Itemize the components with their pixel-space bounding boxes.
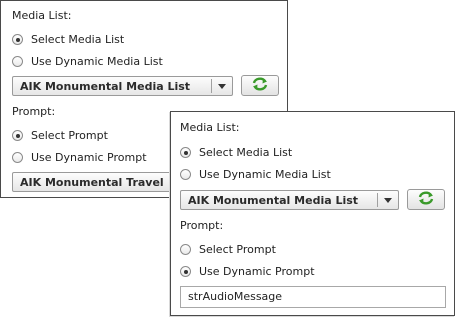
dynamic-prompt-input[interactable]: strAudioMessage: [180, 286, 446, 308]
select-prompt-label: Select Prompt: [31, 129, 108, 142]
select-prompt-option[interactable]: Select Prompt: [12, 129, 108, 142]
prompt-label: Prompt:: [12, 105, 56, 118]
select-prompt-label: Select Prompt: [199, 243, 276, 256]
media-list-dropdown-value: AIK Monumental Media List: [20, 79, 191, 93]
media-list-dropdown[interactable]: AIK Monumental Media List: [180, 190, 399, 210]
media-prompt-panel-front: Media List: Select Media List Use Dynami…: [170, 111, 455, 316]
select-media-list-option[interactable]: Select Media List: [12, 33, 124, 46]
media-list-label: Media List:: [180, 121, 240, 134]
select-media-list-label: Select Media List: [31, 33, 125, 46]
use-dynamic-media-list-option[interactable]: Use Dynamic Media List: [180, 168, 331, 181]
use-dynamic-prompt-label: Use Dynamic Prompt: [31, 151, 147, 164]
media-list-dropdown[interactable]: AIK Monumental Media List: [12, 76, 233, 96]
select-media-list-option[interactable]: Select Media List: [180, 146, 292, 159]
use-dynamic-media-list-radio[interactable]: [12, 56, 23, 67]
use-dynamic-prompt-radio[interactable]: [180, 266, 191, 277]
select-media-list-label: Select Media List: [199, 146, 293, 159]
refresh-icon: [251, 76, 269, 95]
media-list-dropdown-value: AIK Monumental Media List: [188, 193, 359, 207]
refresh-icon: [417, 190, 435, 209]
select-media-list-radio[interactable]: [12, 34, 23, 45]
media-list-label: Media List:: [12, 9, 72, 22]
chevron-down-icon[interactable]: [212, 83, 232, 89]
use-dynamic-prompt-radio[interactable]: [12, 152, 23, 163]
use-dynamic-media-list-radio[interactable]: [180, 169, 191, 180]
refresh-media-list-button[interactable]: [241, 75, 279, 96]
use-dynamic-prompt-option[interactable]: Use Dynamic Prompt: [12, 151, 147, 164]
use-dynamic-prompt-label: Use Dynamic Prompt: [199, 265, 315, 278]
select-prompt-radio[interactable]: [180, 244, 191, 255]
select-media-list-radio[interactable]: [180, 147, 191, 158]
use-dynamic-media-list-option[interactable]: Use Dynamic Media List: [12, 55, 163, 68]
use-dynamic-media-list-label: Use Dynamic Media List: [31, 55, 163, 68]
use-dynamic-prompt-option[interactable]: Use Dynamic Prompt: [180, 265, 315, 278]
prompt-label: Prompt:: [180, 219, 224, 232]
select-prompt-radio[interactable]: [12, 130, 23, 141]
chevron-down-icon[interactable]: [378, 197, 398, 203]
select-prompt-option[interactable]: Select Prompt: [180, 243, 276, 256]
use-dynamic-media-list-label: Use Dynamic Media List: [199, 168, 331, 181]
refresh-media-list-button[interactable]: [407, 189, 445, 210]
